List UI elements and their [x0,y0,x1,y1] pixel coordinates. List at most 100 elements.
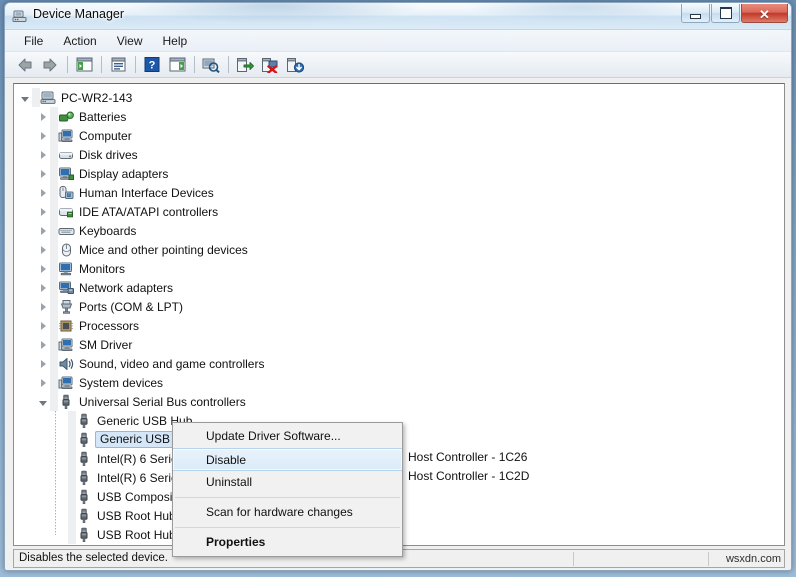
keyboard-icon [58,223,75,239]
expander-closed-icon[interactable] [36,202,50,221]
tree-item-label: Keyboards [79,223,137,238]
tree-connector [50,164,58,183]
tree-item-label: Processors [79,318,140,333]
expander-open-icon[interactable] [18,88,32,107]
expander-open-icon[interactable] [36,392,50,411]
scan-for-hardware-changes-button[interactable] [199,54,223,76]
tree-item-ports-com-lpt[interactable]: Ports (COM & LPT) [18,297,784,316]
maximize-button[interactable] [711,4,740,23]
show-hide-console-tree-button[interactable] [72,54,96,76]
tree-item-label: Ports (COM & LPT) [79,299,184,314]
tree-item-root[interactable]: PC-WR2-143 [18,88,784,107]
tree-item-processors[interactable]: Processors [18,316,784,335]
tree-connector [68,506,76,525]
tree-connector [50,183,58,202]
menu-help[interactable]: Help [154,32,197,50]
toolbar-separator [228,56,229,73]
tree-connector [50,107,58,126]
close-button[interactable]: ✕ [741,4,788,23]
svg-text:?: ? [149,60,156,72]
tree-expander-placeholder [54,411,68,430]
tree-item-batteries[interactable]: Batteries [18,107,784,126]
tree-connector [50,202,58,221]
tree-item-label: System devices [79,375,164,390]
expander-closed-icon[interactable] [36,259,50,278]
tree-item-universal-serial-bus-controllers[interactable]: Universal Serial Bus controllers [18,392,784,411]
tree-item-display-adapters[interactable]: Display adapters [18,164,784,183]
uninstall-device-button[interactable] [283,54,307,76]
expander-closed-icon[interactable] [36,107,50,126]
maximize-icon [719,7,732,19]
processor-icon [58,318,75,334]
tree-expander-placeholder [54,430,68,449]
expander-closed-icon[interactable] [36,278,50,297]
status-bar-divider [708,552,709,566]
menu-action[interactable]: Action [54,32,105,50]
usb-device-icon [76,451,93,467]
tree-connector [68,487,76,506]
context-menu-item-scan-for-hardware-changes[interactable]: Scan for hardware changes [173,501,402,524]
minimize-button[interactable] [681,4,710,23]
properties-button[interactable] [106,54,130,76]
toolbar-separator [135,56,136,73]
forward-button[interactable] [38,54,62,76]
context-menu-item-properties[interactable]: Properties [173,531,402,554]
context-menu[interactable]: Update Driver Software... Disable Uninst… [172,422,403,557]
context-menu-item-update-driver-software[interactable]: Update Driver Software... [173,425,402,448]
tree-item-sm-driver[interactable]: SM Driver [18,335,784,354]
menu-file[interactable]: File [15,32,52,50]
tree-item-label: USB Composi [97,489,173,504]
tree-item-ide-ata-atapi-controllers[interactable]: IDE ATA/ATAPI controllers [18,202,784,221]
tree-connector [50,240,58,259]
tree-item-network-adapters[interactable]: Network adapters [18,278,784,297]
tree-item-human-interface-devices[interactable]: Human Interface Devices [18,183,784,202]
expander-closed-icon[interactable] [36,183,50,202]
expander-closed-icon[interactable] [36,335,50,354]
expander-closed-icon[interactable] [36,126,50,145]
expander-closed-icon[interactable] [36,164,50,183]
tree-item-mice-and-other-pointing-devices[interactable]: Mice and other pointing devices [18,240,784,259]
update-driver-software-button[interactable] [233,54,257,76]
tree-item-label: USB Root Hub [97,508,176,523]
expander-closed-icon[interactable] [36,221,50,240]
expander-closed-icon[interactable] [36,373,50,392]
tree-expander-placeholder [54,525,68,544]
show-hide-action-pane-button[interactable] [165,54,189,76]
sm-driver-icon [58,337,75,353]
context-menu-separator [175,497,400,498]
tree-item-keyboards[interactable]: Keyboards [18,221,784,240]
expander-closed-icon[interactable] [36,297,50,316]
context-menu-item-uninstall[interactable]: Uninstall [173,471,402,494]
back-button[interactable] [13,54,37,76]
tree-item-disk-drives[interactable]: Disk drives [18,145,784,164]
tree-item-monitors[interactable]: Monitors [18,259,784,278]
toolbar-separator [67,56,68,73]
help-button[interactable]: ? [140,54,164,76]
menu-view[interactable]: View [108,32,152,50]
context-menu-item-disable[interactable]: Disable [173,448,402,471]
expander-closed-icon[interactable] [36,354,50,373]
tree-item-sound-video-and-game-controllers[interactable]: Sound, video and game controllers [18,354,784,373]
watermark: wsxdn.com [725,553,781,565]
tree-item-system-devices[interactable]: System devices [18,373,784,392]
disable-device-button[interactable] [258,54,282,76]
tree-item-label: Sound, video and game controllers [79,356,265,371]
tree-expander-placeholder [54,468,68,487]
expander-closed-icon[interactable] [36,145,50,164]
tree-item-computer[interactable]: Computer [18,126,784,145]
expander-closed-icon[interactable] [36,316,50,335]
tree-connector [50,373,58,392]
tree-connector [32,88,40,107]
tree-connector [68,468,76,487]
expander-closed-icon[interactable] [36,240,50,259]
